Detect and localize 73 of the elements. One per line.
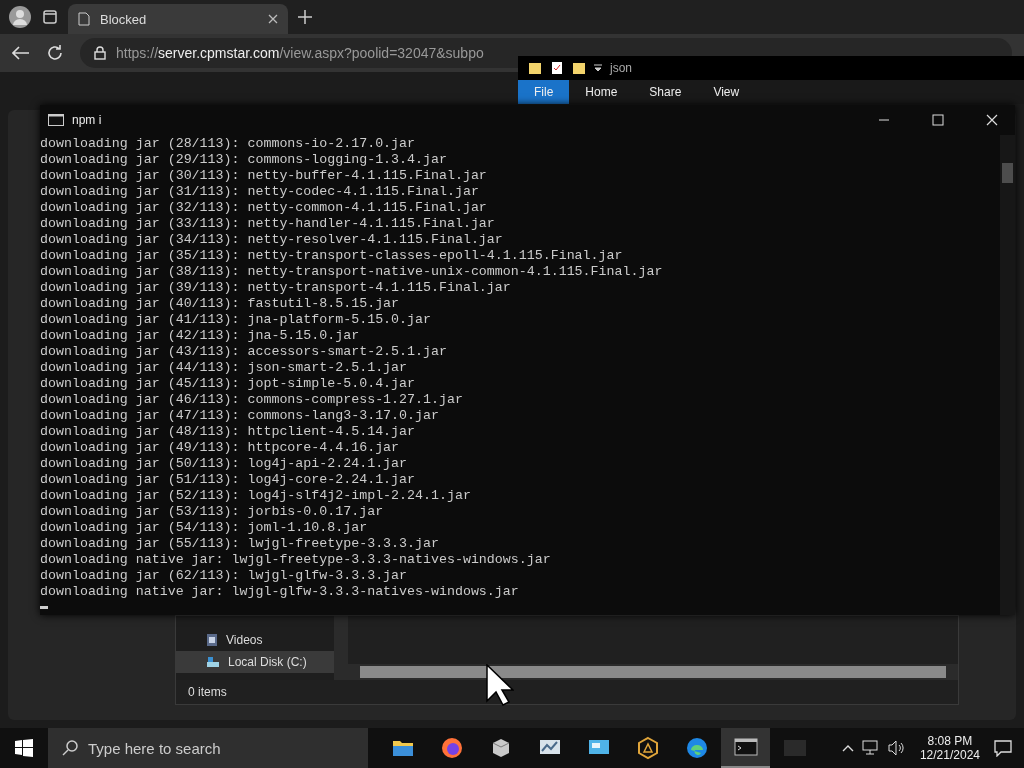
console-line: downloading jar (29/113): commons-logging-1.3.4.jar [40, 152, 448, 168]
ribbon-tab[interactable]: Home [569, 80, 634, 104]
firefox-icon [439, 736, 464, 760]
text-cursor [40, 606, 48, 609]
dropdown-icon[interactable] [594, 64, 602, 72]
network-icon[interactable] [861, 740, 880, 756]
console-line: downloading jar (32/113): netty-common-4.1.115.Final.jar [40, 200, 488, 216]
horizontal-scrollbar[interactable] [348, 664, 958, 680]
film-icon [206, 633, 218, 647]
console-line: downloading jar (44/113): json-smart-2.5.1.jar [40, 360, 409, 376]
terminal-icon [733, 737, 758, 757]
clock[interactable]: 8:08 PM 12/21/2024 [913, 734, 986, 762]
nav-item[interactable]: Local Disk (C:) [176, 651, 334, 673]
console-line: downloading jar (48/113): httpclient-4.5.14.jar [40, 424, 417, 440]
console-line: downloading jar (38/113): netty-transport-native-unix-common-4.1.115.Final.jar [40, 264, 664, 280]
console-line: downloading jar (40/113): fastutil-8.5.15.jar [40, 296, 401, 312]
windows-logo-icon [15, 739, 33, 757]
ribbon-tab[interactable]: File [518, 80, 570, 104]
console-line: downloading jar (49/113): httpcore-4.4.16.jar [40, 440, 401, 456]
console-line: downloading native jar: lwjgl-glfw-3.3.3-natives-windows.jar [40, 584, 520, 600]
item-count: 0 items [188, 685, 227, 699]
console-line: downloading jar (55/113): lwjgl-freetype-3.3.3.jar [40, 536, 440, 552]
notification-icon[interactable] [994, 739, 1012, 757]
app-icon [782, 738, 807, 758]
taskbar-app[interactable] [721, 728, 770, 768]
properties-icon[interactable] [550, 61, 564, 75]
search-field[interactable]: Type here to search [48, 728, 368, 768]
drive-icon [206, 656, 220, 668]
window-title: npm i [72, 113, 102, 127]
chevron-up-icon[interactable] [841, 744, 854, 752]
nav-item[interactable]: Videos [176, 629, 334, 651]
mouse-pointer-icon [486, 664, 514, 706]
console-line: downloading jar (50/113): log4j-api-2.24.1.jar [40, 456, 409, 472]
console-line: downloading jar (31/113): netty-codec-4.1.115.Final.jar [40, 184, 480, 200]
console-line: downloading jar (35/113): netty-transport-classes-epoll-4.1.115.Final.jar [40, 248, 624, 264]
browser-tab[interactable]: Blocked [68, 4, 288, 34]
new-folder-icon[interactable] [572, 61, 586, 75]
console-line: downloading jar (46/113): commons-compress-1.27.1.jar [40, 392, 464, 408]
console-line: downloading jar (28/113): commons-io-2.17.0.jar [40, 136, 417, 152]
console-line: downloading jar (39/113): netty-transport-4.1.115.Final.jar [40, 280, 512, 296]
scrollbar[interactable] [1000, 135, 1015, 615]
console-line: downloading jar (53/113): jorbis-0.0.17.jar [40, 504, 385, 520]
new-tab-icon[interactable] [298, 10, 312, 24]
console-line: downloading jar (47/113): commons-lang3-3.17.0.jar [40, 408, 440, 424]
back-icon[interactable] [12, 46, 30, 60]
console-line: downloading jar (45/113): jopt-simple-5.0.4.jar [40, 376, 417, 392]
ribbon-tab[interactable]: View [697, 80, 756, 104]
tab-actions-icon[interactable] [42, 9, 58, 25]
console-line: downloading jar (41/113): jna-platform-5.15.0.jar [40, 312, 432, 328]
refresh-icon[interactable] [46, 44, 64, 62]
console-line: downloading jar (51/113): log4j-core-2.24.1.jar [40, 472, 417, 488]
scrollbar[interactable] [334, 616, 348, 680]
edge-icon [684, 736, 709, 760]
volume-icon[interactable] [887, 740, 906, 756]
console-line: downloading native jar: lwjgl-freetype-3.3.3-natives-windows.jar [40, 552, 552, 568]
folder-icon[interactable] [528, 61, 542, 75]
console-icon [48, 114, 64, 126]
page-icon [78, 12, 90, 26]
console-line: downloading jar (33/113): netty-handler-4.1.115.Final.jar [40, 216, 496, 232]
lock-icon [94, 46, 106, 60]
folder-icon [391, 738, 414, 758]
close-icon[interactable] [268, 14, 278, 24]
console-line: downloading jar (34/113): netty-resolver-4.1.115.Final.jar [40, 232, 504, 248]
console-line: downloading jar (42/113): jna-5.15.0.jar [40, 328, 361, 344]
console-line: downloading jar (62/113): lwjgl-glfw-3.3.3.jar [40, 568, 409, 584]
search-icon [62, 740, 78, 756]
console-line: downloading jar (52/113): log4j-slf4j2-impl-2.24.1.jar [40, 488, 472, 504]
ribbon-tab[interactable]: Share [633, 80, 698, 104]
console-line: downloading jar (54/113): joml-1.10.8.jar [40, 520, 369, 536]
profile-avatar[interactable] [8, 5, 32, 29]
console-line: downloading jar (43/113): accessors-smart-2.5.1.jar [40, 344, 448, 360]
hexagon-icon [635, 736, 660, 760]
console-line: downloading jar (30/113): netty-buffer-4.1.115.Final.jar [40, 168, 488, 184]
